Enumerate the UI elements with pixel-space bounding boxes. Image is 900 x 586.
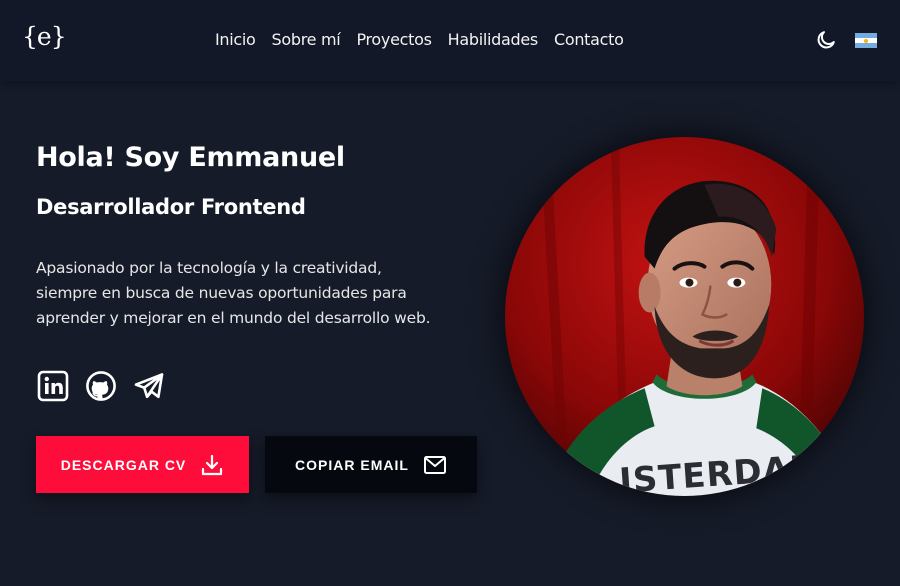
profile-photo: ISTERDAI xyxy=(505,137,864,496)
flag-band-bottom xyxy=(855,43,877,48)
navbar: {e} Inicio Sobre mí Proyectos Habilidade… xyxy=(0,0,900,81)
linkedin-icon[interactable] xyxy=(37,370,69,402)
copy-email-label: COPIAR EMAIL xyxy=(295,456,409,473)
logo[interactable]: {e} xyxy=(22,22,67,51)
social-links xyxy=(37,370,165,402)
hero-subtitle: Desarrollador Frontend xyxy=(36,195,306,219)
github-icon[interactable] xyxy=(85,370,117,402)
hero-description-line: aprender y mejorar en el mundo del desar… xyxy=(36,309,431,327)
mail-icon xyxy=(423,455,446,474)
argentina-flag-icon[interactable] xyxy=(855,33,877,48)
telegram-icon[interactable] xyxy=(133,370,165,402)
moon-icon[interactable] xyxy=(815,29,837,51)
download-icon xyxy=(202,454,223,475)
download-cv-label: DESCARGAR CV xyxy=(60,456,187,473)
hero-description-line: siempre en busca de nuevas oportunidades… xyxy=(36,284,407,302)
nav-link-proyectos[interactable]: Proyectos xyxy=(356,30,432,49)
nav-link-sobre-mi[interactable]: Sobre mí xyxy=(272,30,341,49)
nav-link-inicio[interactable]: Inicio xyxy=(215,30,256,49)
flag-sun xyxy=(864,38,868,43)
hero-title: Hola! Soy Emmanuel xyxy=(36,142,345,173)
main-nav: Inicio Sobre mí Proyectos Habilidades Co… xyxy=(215,30,624,49)
download-cv-button[interactable]: DESCARGAR CV xyxy=(36,436,249,493)
hero-description-line: Apasionado por la tecnología y la creati… xyxy=(36,259,382,277)
hero-description: Apasionado por la tecnología y la creati… xyxy=(36,256,431,331)
nav-link-habilidades[interactable]: Habilidades xyxy=(448,30,539,49)
nav-link-contacto[interactable]: Contacto xyxy=(554,30,624,49)
copy-email-button[interactable]: COPIAR EMAIL xyxy=(265,436,477,493)
